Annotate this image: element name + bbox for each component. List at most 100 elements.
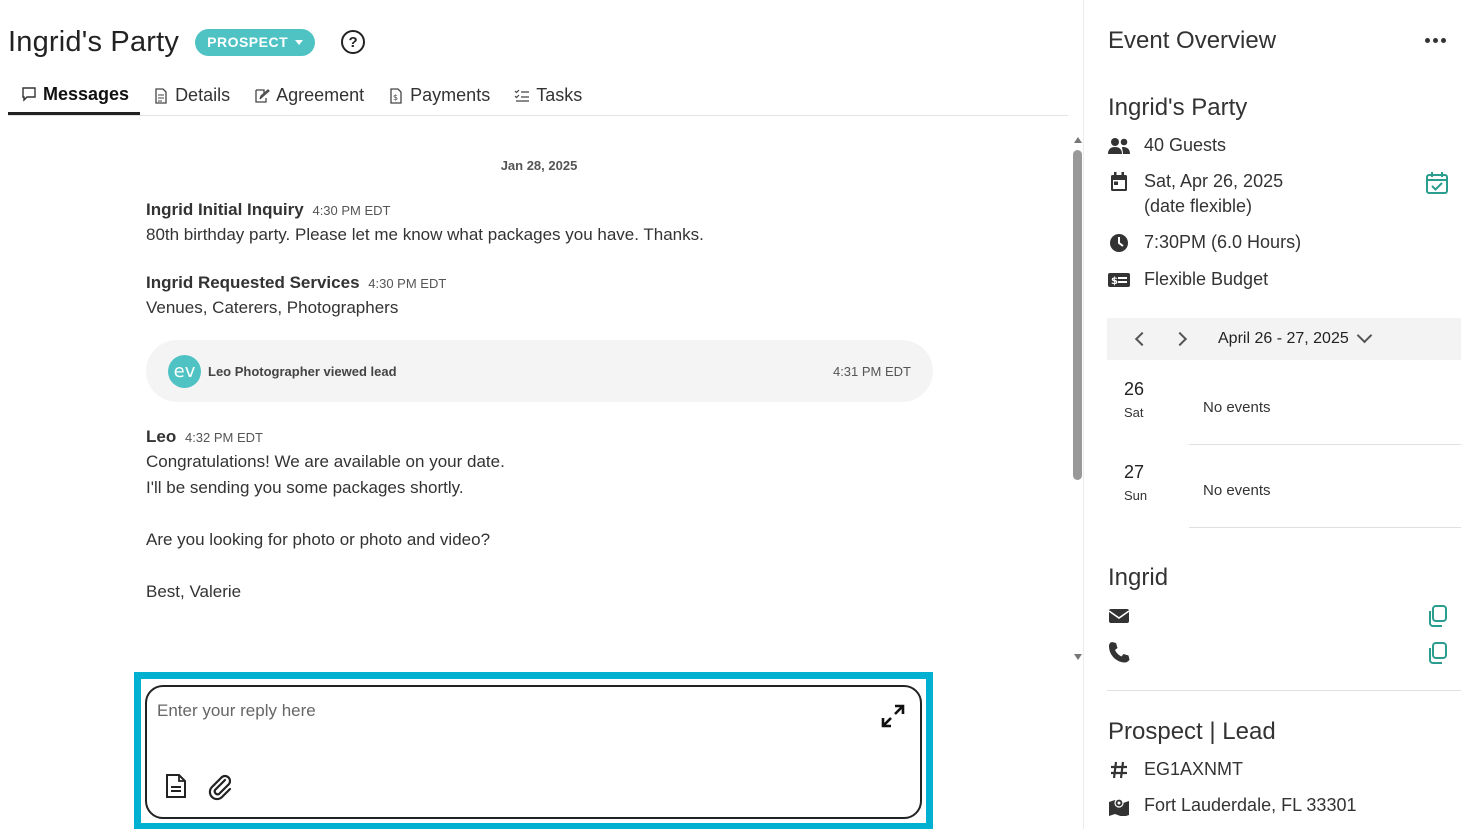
scroll-thumb[interactable] — [1073, 150, 1082, 480]
chevron-down-icon[interactable] — [1356, 327, 1373, 344]
day-events: No events — [1203, 399, 1271, 416]
calendar-nav: April 26 - 27, 2025 — [1107, 318, 1461, 360]
reply-composer-highlight — [134, 672, 933, 829]
client-name: Ingrid — [1108, 564, 1169, 591]
status-label: PROSPECT — [207, 34, 289, 50]
copy-phone-icon[interactable] — [1425, 641, 1449, 665]
caret-down-icon — [295, 39, 304, 45]
event-name: Ingrid's Party — [1108, 94, 1248, 121]
event-time: 7:30PM (6.0 Hours) — [1144, 232, 1302, 252]
tab-messages[interactable]: Messages — [8, 76, 141, 115]
tab-label: Tasks — [536, 85, 583, 105]
divider — [1189, 444, 1461, 445]
panel-title: Event Overview — [1108, 27, 1277, 54]
attachment-icon[interactable] — [207, 773, 233, 801]
day-number: 27 — [1124, 462, 1145, 482]
guests-row: 40 Guests — [1108, 133, 1226, 158]
page-title: Ingrid's Party — [8, 25, 180, 58]
tab-label: Details — [175, 85, 231, 105]
help-glyph: ? — [348, 33, 358, 51]
chevron-right-icon[interactable] — [1172, 331, 1188, 347]
ev-logo: ev — [168, 354, 201, 388]
page-header: Ingrid's Party PROSPECT ? — [8, 22, 366, 62]
email-icon — [1108, 609, 1130, 623]
message-body: Congratulations! We are available on you… — [146, 452, 505, 601]
date-note: (date flexible) — [1144, 196, 1253, 216]
people-icon — [1108, 135, 1130, 157]
more-options-icon[interactable] — [1425, 32, 1449, 48]
tab-details[interactable]: Details — [140, 76, 241, 115]
message-body: Venues, Caterers, Photographers — [146, 298, 399, 317]
day-weekday: Sat — [1124, 405, 1144, 420]
reply-composer — [145, 685, 922, 819]
money-icon: $ — [1108, 269, 1130, 291]
checklist-icon — [514, 88, 530, 104]
help-icon[interactable]: ? — [341, 30, 366, 54]
event-date: Sat, Apr 26, 2025 — [1144, 171, 1284, 191]
template-document-icon[interactable] — [165, 773, 187, 799]
day-events: No events — [1203, 482, 1271, 499]
day-weekday: Sun — [1124, 488, 1148, 503]
thread-scrollbar[interactable] — [1071, 132, 1085, 664]
divider — [1189, 527, 1461, 528]
activity-text: Leo Photographer viewed lead — [208, 363, 397, 379]
message-time: 4:32 PM EDT — [184, 430, 263, 445]
chevron-left-icon[interactable] — [1134, 331, 1150, 347]
date-row: Sat, Apr 26, 2025 (date flexible) — [1108, 169, 1283, 219]
scroll-down-arrow[interactable] — [1074, 654, 1082, 660]
location-row: Fort Lauderdale, FL 33301 — [1108, 793, 1356, 818]
copy-email-icon[interactable] — [1425, 604, 1449, 628]
document-icon — [153, 87, 169, 104]
message-author: Leo — [146, 427, 177, 446]
day-number: 26 — [1124, 379, 1145, 399]
message-item: Ingrid Initial Inquiry 4:30 PM EDT 80th … — [146, 200, 946, 248]
message-time: 4:30 PM EDT — [312, 203, 391, 218]
calendar-day: 27 Sun No events — [1107, 446, 1461, 528]
message-author: Ingrid Requested Services — [146, 273, 360, 292]
event-budget: Flexible Budget — [1144, 269, 1269, 289]
event-overview-panel: Event Overview Ingrid's Party 40 Guests … — [1085, 0, 1461, 829]
date-separator: Jan 28, 2025 — [500, 158, 578, 173]
lead-id: EG1AXNMT — [1144, 759, 1244, 779]
tab-agreement[interactable]: Agreement — [241, 76, 375, 115]
reply-input[interactable] — [157, 701, 857, 721]
tab-payments[interactable]: $ Payments — [375, 76, 501, 115]
tab-tasks[interactable]: Tasks — [501, 76, 593, 115]
signature-icon — [254, 88, 270, 104]
scroll-up-arrow[interactable] — [1074, 137, 1082, 143]
svg-text:$: $ — [393, 93, 398, 102]
message-item: Leo 4:32 PM EDT Congratulations! We are … — [146, 427, 946, 605]
time-row: 7:30PM (6.0 Hours) — [1108, 230, 1301, 255]
calendar-day: 26 Sat No events — [1107, 363, 1461, 445]
tab-label: Messages — [43, 83, 130, 104]
invoice-icon: $ — [388, 87, 404, 104]
message-author: Ingrid Initial Inquiry — [146, 200, 304, 219]
svg-text:$: $ — [1111, 276, 1118, 287]
calendar-range[interactable]: April 26 - 27, 2025 — [1218, 330, 1349, 348]
lead-id-row: EG1AXNMT — [1108, 757, 1243, 782]
message-body: 80th birthday party. Please let me know … — [146, 225, 704, 244]
phone-icon — [1109, 642, 1130, 663]
clock-icon — [1108, 232, 1130, 254]
activity-time: 4:31 PM EDT — [832, 363, 911, 379]
calendar-check-icon[interactable] — [1425, 171, 1449, 195]
hash-icon — [1108, 759, 1130, 781]
divider — [1107, 690, 1461, 691]
lead-title: Prospect | Lead — [1108, 718, 1276, 745]
location: Fort Lauderdale, FL 33301 — [1144, 795, 1357, 815]
message-time: 4:30 PM EDT — [368, 276, 447, 291]
main-content: Ingrid's Party PROSPECT ? Messages Detai… — [0, 0, 1084, 829]
expand-icon[interactable] — [880, 703, 906, 729]
calendar-icon — [1108, 171, 1130, 193]
map-icon — [1108, 795, 1130, 817]
guests-count: 40 Guests — [1144, 135, 1227, 155]
status-dropdown[interactable]: PROSPECT — [195, 28, 316, 56]
budget-row: $ Flexible Budget — [1108, 267, 1268, 292]
activity-notice: ev Leo Photographer viewed lead 4:31 PM … — [146, 340, 933, 402]
tab-label: Payments — [410, 85, 491, 105]
message-thread[interactable]: Jan 28, 2025 Ingrid Initial Inquiry 4:30… — [0, 117, 1068, 667]
chat-bubble-icon — [21, 86, 37, 102]
tab-label: Agreement — [276, 85, 365, 105]
message-item: Ingrid Requested Services 4:30 PM EDT Ve… — [146, 273, 946, 321]
tab-bar: Messages Details Agreement $ Payments Ta… — [8, 76, 1068, 116]
